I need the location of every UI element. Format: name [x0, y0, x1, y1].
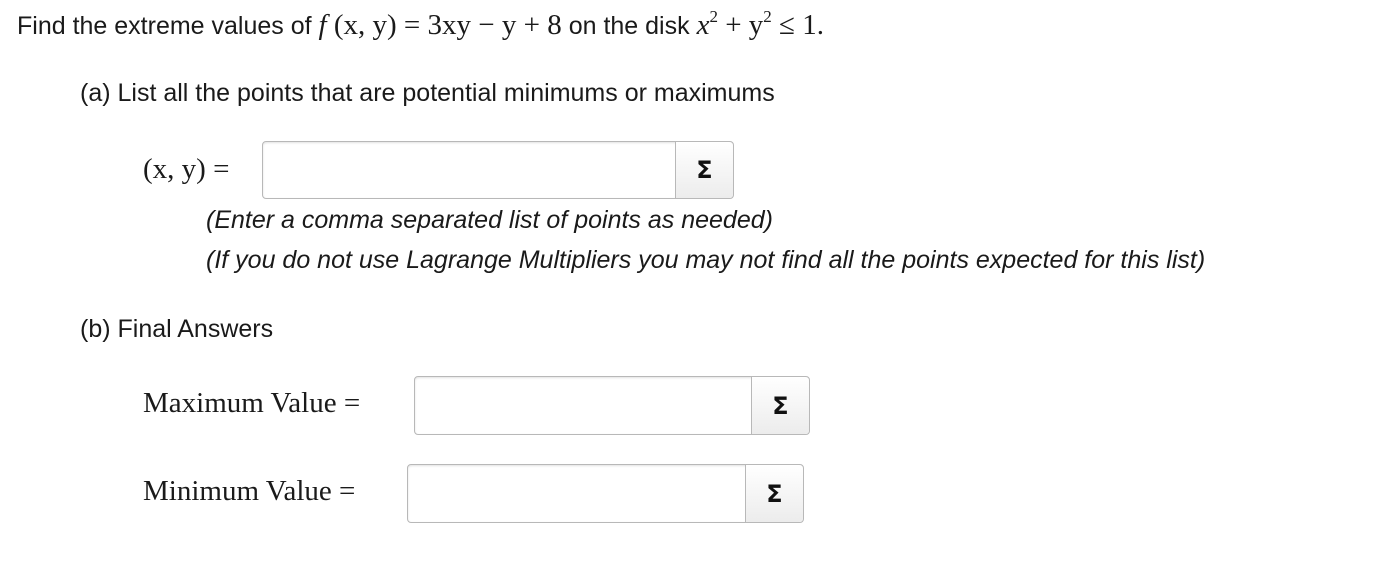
- disk-x-exponent: 2: [709, 7, 718, 26]
- min-value-equation-editor-button[interactable]: Σ: [745, 465, 803, 522]
- disk-bound: ≤ 1.: [771, 9, 824, 41]
- disk-x: x: [696, 9, 710, 41]
- question-text: Find the extreme values of f (x, y) = 3x…: [17, 6, 824, 45]
- hint-comma-separated: (Enter a comma separated list of points …: [206, 206, 773, 234]
- function-expression: f (x, y) = 3xy − y + 8: [319, 9, 562, 41]
- points-field-label: (x, y) =: [143, 153, 230, 185]
- max-value-label: Maximum Value =: [143, 387, 361, 419]
- points-answer-field: Σ: [262, 141, 734, 199]
- points-input[interactable]: [263, 142, 677, 198]
- part-b-label: (b) Final Answers: [80, 315, 274, 343]
- function-body: (x, y) = 3xy − y + 8: [326, 9, 562, 41]
- function-name: f: [318, 9, 327, 41]
- part-a-label: (a) List all the points that are potenti…: [80, 79, 775, 107]
- max-value-equation-editor-button[interactable]: Σ: [751, 377, 809, 434]
- points-equation-editor-button[interactable]: Σ: [675, 142, 733, 198]
- question-middle: on the disk: [561, 12, 697, 40]
- sigma-icon: Σ: [772, 391, 789, 420]
- disk-expression: x2 + y2 ≤ 1.: [696, 7, 824, 41]
- disk-plus-y: + y: [717, 9, 764, 41]
- max-value-answer-field: Σ: [414, 376, 810, 435]
- hint-lagrange: (If you do not use Lagrange Multipliers …: [206, 246, 1206, 274]
- max-value-input[interactable]: [415, 377, 753, 434]
- min-value-input[interactable]: [408, 465, 747, 522]
- min-value-label: Minimum Value =: [143, 475, 356, 507]
- sigma-icon: Σ: [766, 479, 783, 508]
- disk-y-exponent: 2: [763, 7, 772, 26]
- min-value-answer-field: Σ: [407, 464, 804, 523]
- sigma-icon: Σ: [696, 156, 713, 184]
- question-prefix: Find the extreme values of: [17, 12, 319, 40]
